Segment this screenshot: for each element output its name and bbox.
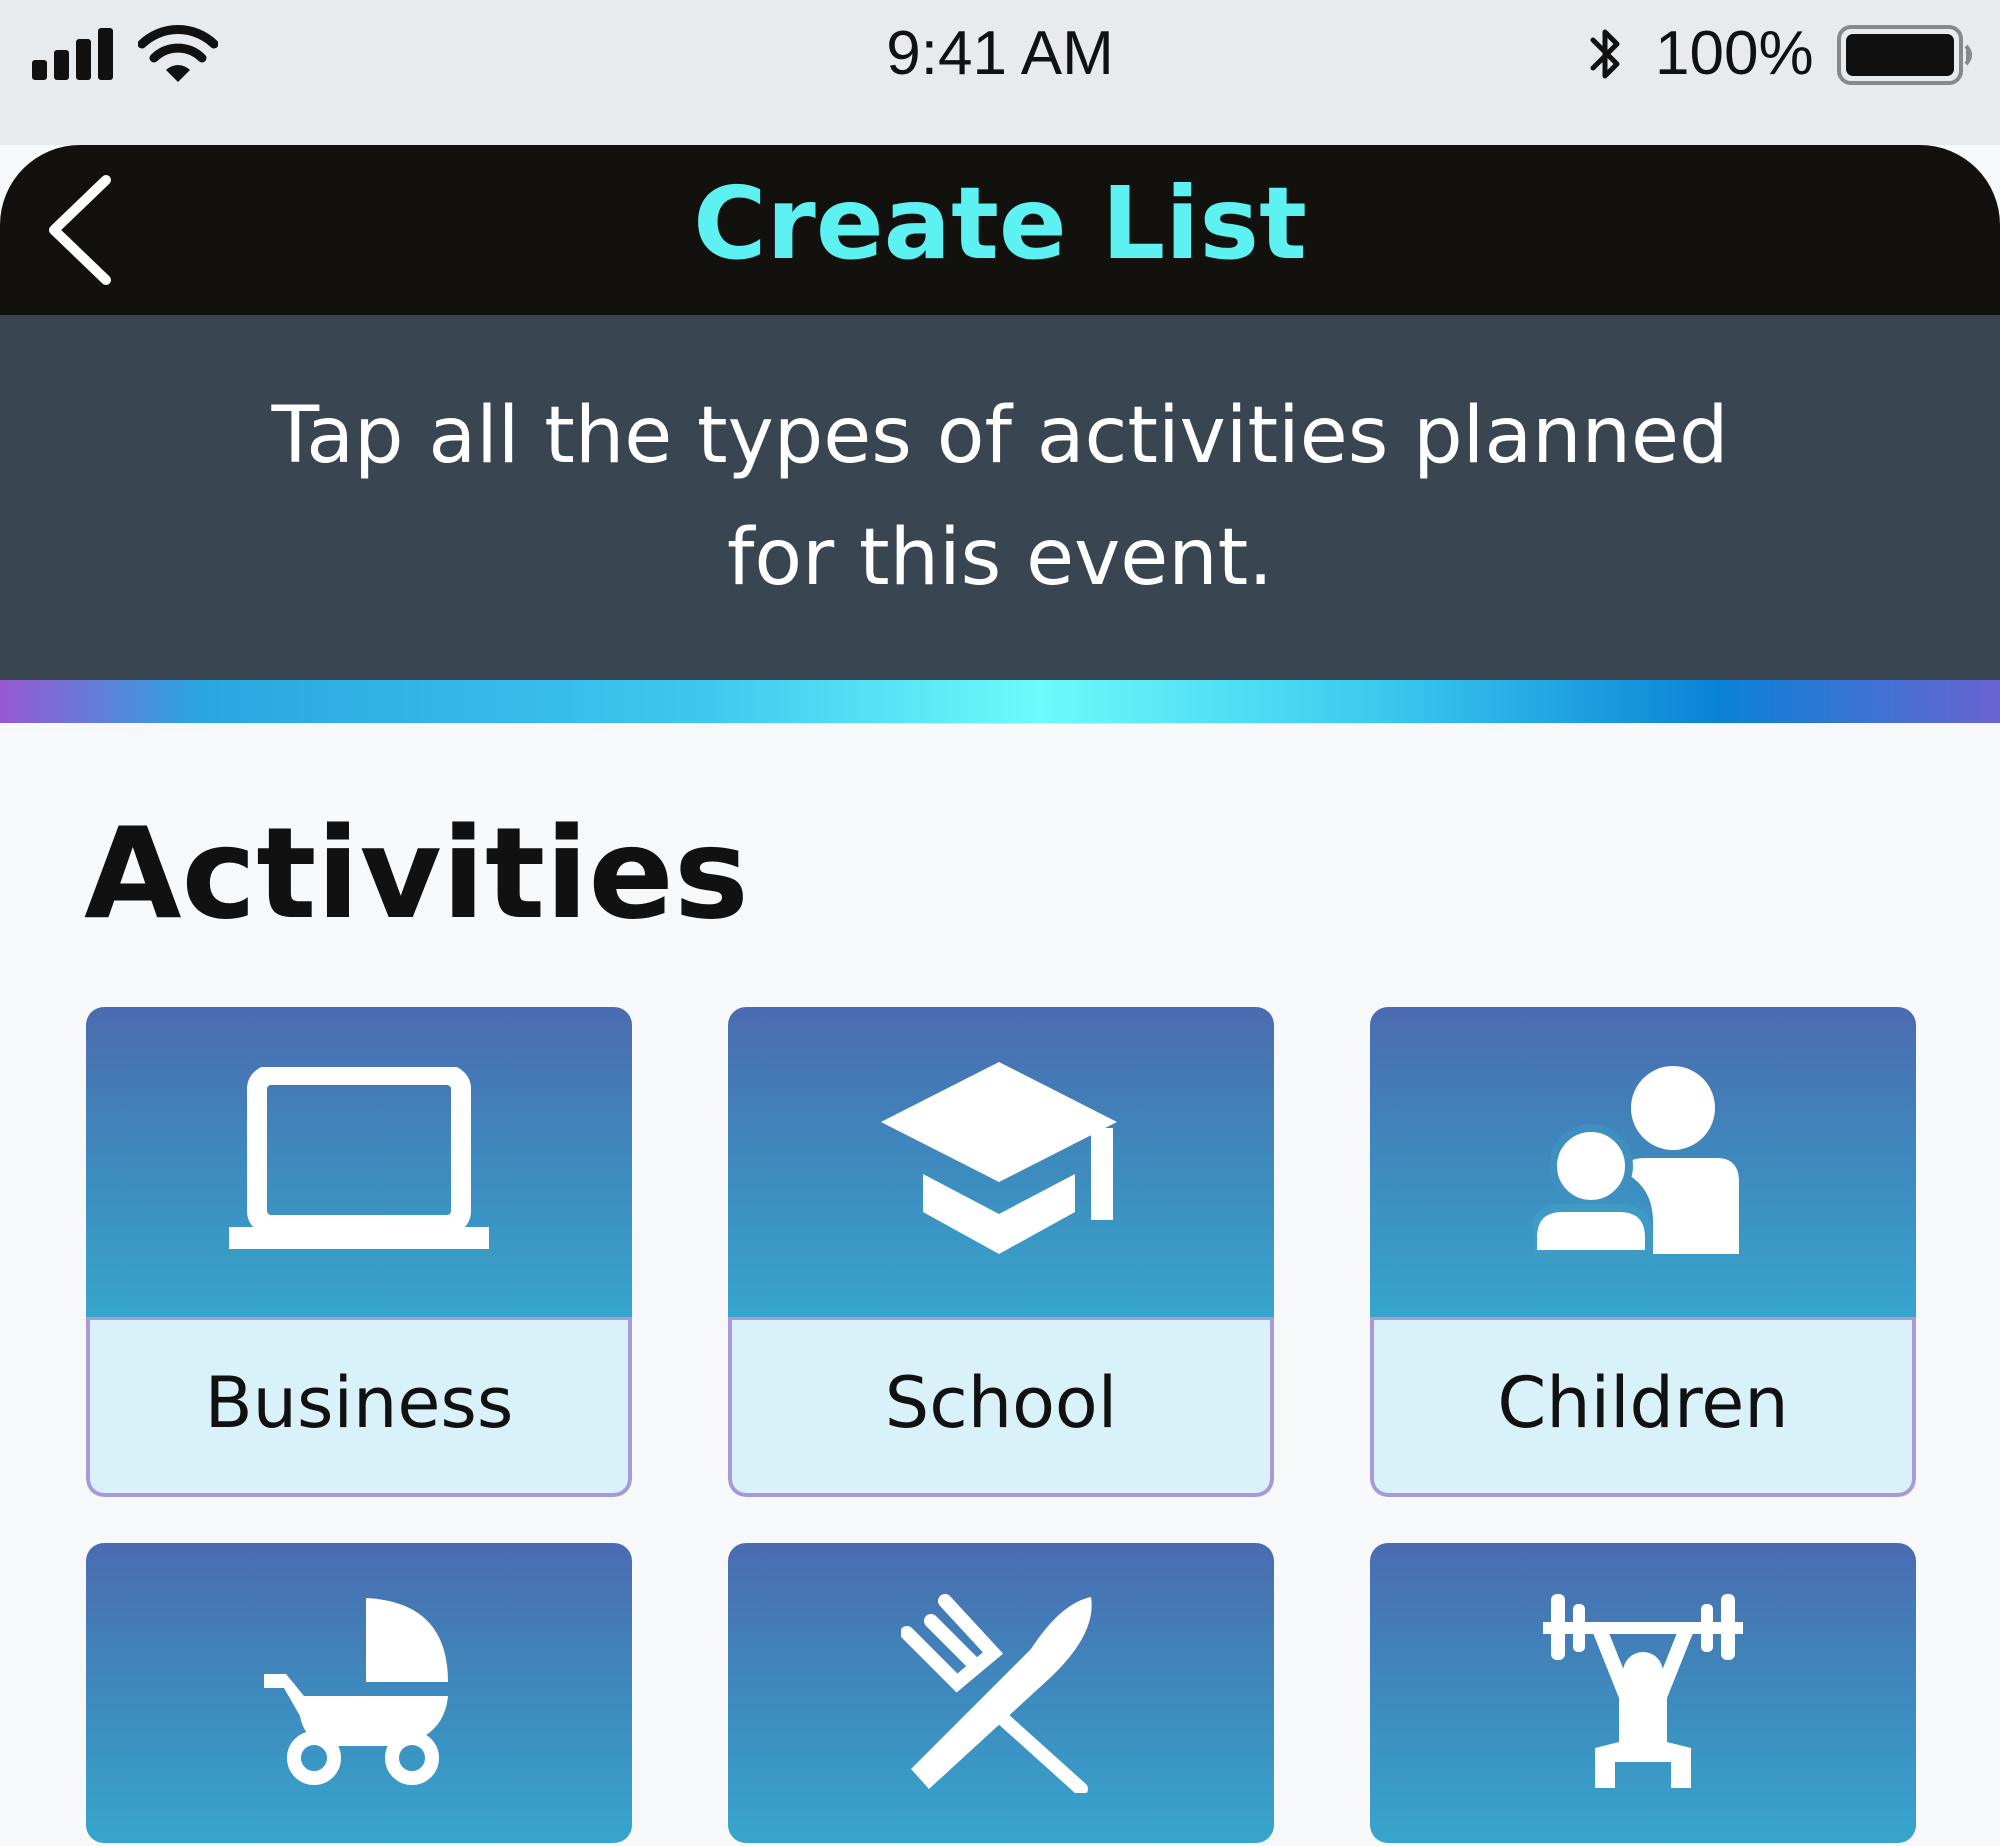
tile-icon-area xyxy=(86,1543,632,1843)
activity-tile-dining[interactable] xyxy=(728,1543,1274,1843)
tile-label: Children xyxy=(1370,1317,1916,1497)
tile-icon-area xyxy=(728,1543,1274,1843)
instruction-line-2: for this event. xyxy=(726,513,1274,603)
accent-divider xyxy=(0,680,2000,723)
graduation-cap-icon xyxy=(881,1062,1117,1254)
tile-icon-area xyxy=(86,1007,632,1317)
status-bar: 9:41 AM 100% xyxy=(0,0,2000,145)
activity-tile-children[interactable]: Children xyxy=(1370,1007,1916,1497)
tile-icon-area xyxy=(728,1007,1274,1317)
bluetooth-icon xyxy=(1590,29,1620,79)
page-title: Create List xyxy=(693,165,1307,282)
battery-percent: 100% xyxy=(1655,19,1814,88)
stroller-icon xyxy=(264,1598,448,1785)
activity-tile-business[interactable]: Business xyxy=(86,1007,632,1497)
instruction-banner: Tap all the types of activities planned … xyxy=(0,315,2000,680)
fork-knife-icon xyxy=(901,1594,1092,1793)
laptop-icon xyxy=(229,1067,489,1249)
tile-label: Business xyxy=(86,1317,632,1497)
section-title: Activities xyxy=(84,800,749,947)
tile-icon-area xyxy=(1370,1543,1916,1843)
instruction-line-1: Tap all the types of activities planned xyxy=(271,391,1729,481)
tile-label: School xyxy=(728,1317,1274,1497)
activity-tile-fitness[interactable] xyxy=(1370,1543,1916,1843)
parent-child-icon xyxy=(1533,1066,1739,1258)
weightlifter-icon xyxy=(1543,1594,1743,1788)
tile-icon-area xyxy=(1370,1007,1916,1317)
activity-tile-school[interactable]: School xyxy=(728,1007,1274,1497)
activity-tile-stroller[interactable] xyxy=(86,1543,632,1843)
battery-icon xyxy=(1837,25,1972,85)
